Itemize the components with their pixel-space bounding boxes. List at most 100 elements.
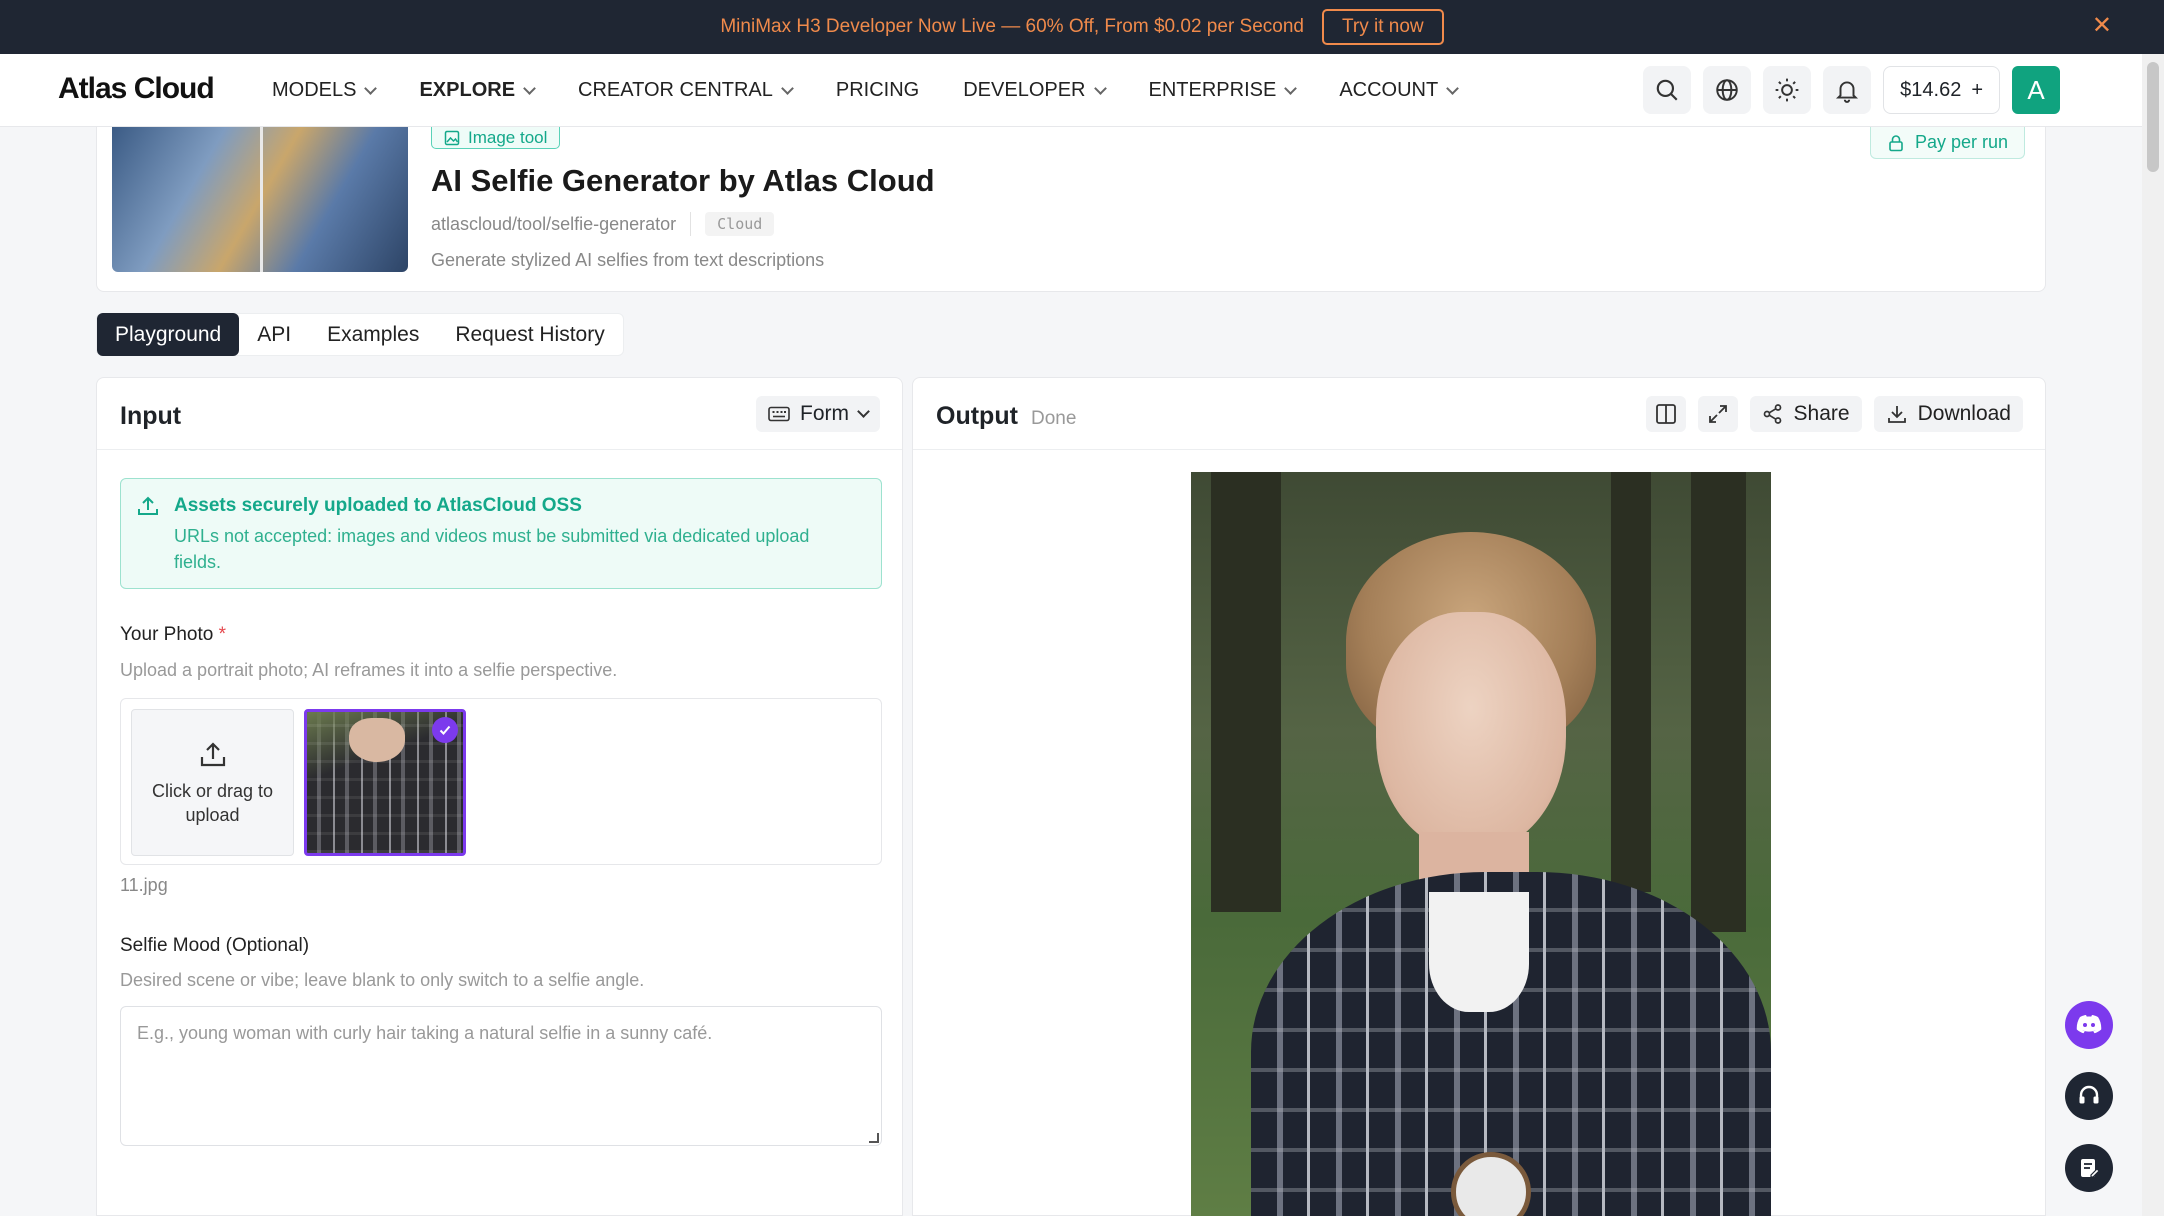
photo-upload-area: Click or drag to upload — [120, 698, 882, 865]
tool-thumbnail — [112, 127, 408, 272]
selfie-mood-label: Selfie Mood (Optional) — [120, 935, 310, 956]
cloud-tag: Cloud — [705, 212, 775, 236]
form-mode-dropdown[interactable]: Form — [756, 396, 880, 432]
download-label: Download — [1917, 402, 2011, 425]
output-toolbar: Share Download — [1645, 396, 2023, 432]
expand-icon — [1708, 405, 1727, 423]
input-panel-header: Input Form — [97, 378, 902, 450]
download-button[interactable]: Download — [1873, 396, 2023, 432]
plus-icon: + — [1971, 78, 1983, 101]
menu-enterprise[interactable]: ENTERPRISE — [1148, 79, 1298, 102]
feedback-button[interactable] — [2065, 1144, 2113, 1192]
language-button[interactable] — [1703, 66, 1752, 114]
selfie-mood-textarea[interactable] — [120, 1006, 882, 1146]
promo-text: MiniMax H3 Developer Now Live — 60% Off,… — [720, 16, 1304, 37]
top-nav: Atlas Cloud MODELS EXPLORE CREATOR CENTR… — [0, 54, 2142, 127]
tab-playground[interactable]: Playground — [97, 313, 240, 356]
thumbnail-divider — [260, 127, 263, 272]
notifications-button[interactable] — [1823, 66, 1872, 114]
notice-body: URLs not accepted: images and videos mus… — [174, 526, 810, 572]
chevron-down-icon — [1446, 81, 1460, 95]
headset-icon — [2079, 1085, 2099, 1104]
required-marker: * — [218, 624, 227, 645]
share-button[interactable]: Share — [1749, 396, 1862, 432]
chevron-down-icon — [523, 81, 536, 95]
tab-api[interactable]: API — [239, 313, 309, 356]
upload-text: Click or drag to upload — [151, 780, 274, 825]
share-label: Share — [1793, 402, 1850, 425]
form-mode-label: Form — [800, 402, 849, 425]
chevron-down-icon — [364, 81, 378, 95]
your-photo-label-text: Your Photo — [120, 624, 214, 645]
menu-label: ENTERPRISE — [1148, 79, 1277, 101]
menu-label: EXPLORE — [419, 79, 516, 101]
uploaded-photo-thumbnail[interactable] — [304, 709, 466, 856]
note-edit-icon — [2081, 1159, 2100, 1178]
fullscreen-button[interactable] — [1697, 396, 1738, 432]
try-it-now-button[interactable]: Try it now — [1322, 9, 1444, 45]
background-tree — [1611, 472, 1651, 892]
scroll-thumb[interactable] — [2147, 62, 2159, 172]
menu-label: PRICING — [835, 79, 920, 101]
upload-icon — [138, 496, 158, 515]
badge-label: Image tool — [468, 127, 548, 147]
tool-slug[interactable]: atlascloud/tool/selfie-generator — [431, 214, 676, 235]
output-panel: Output Done Share Download — [912, 377, 2046, 1216]
balance-amount: $14.62 — [1900, 78, 1962, 101]
your-photo-label: Your Photo * — [120, 624, 226, 646]
background-tree — [1691, 472, 1746, 932]
upload-dropzone[interactable]: Click or drag to upload — [131, 709, 294, 856]
uploaded-filename: 11.jpg — [120, 875, 168, 895]
menu-account[interactable]: ACCOUNT — [1339, 79, 1460, 102]
chevron-down-icon — [857, 405, 870, 418]
page-title: AI Selfie Generator by Atlas Cloud — [431, 163, 935, 198]
promo-banner: MiniMax H3 Developer Now Live — 60% Off,… — [0, 0, 2164, 54]
menu-developer[interactable]: DEVELOPER — [963, 79, 1107, 102]
search-icon — [1656, 79, 1678, 101]
notice-title: Assets securely uploaded to AtlasCloud O… — [174, 495, 582, 516]
menu-label: DEVELOPER — [963, 79, 1086, 101]
tool-tabs: Playground API Examples Request History — [96, 313, 624, 356]
close-icon[interactable]: ✕ — [2092, 14, 2112, 38]
tab-request-history[interactable]: Request History — [437, 313, 622, 356]
menu-explore[interactable]: EXPLORE — [419, 79, 536, 102]
subject-tee — [1429, 892, 1529, 1012]
theme-toggle-button[interactable] — [1763, 66, 1812, 114]
menu-creator-central[interactable]: CREATOR CENTRAL — [578, 79, 794, 102]
chevron-down-icon — [1284, 81, 1298, 95]
menu-label: CREATOR CENTRAL — [578, 79, 773, 101]
tool-header-card: Image tool AI Selfie Generator by Atlas … — [96, 127, 2046, 292]
compare-view-button[interactable] — [1645, 396, 1686, 432]
input-title: Input — [120, 402, 182, 430]
subject-face — [1376, 612, 1566, 852]
search-button[interactable] — [1643, 66, 1692, 114]
discord-button[interactable] — [2065, 1001, 2113, 1049]
lock-icon — [1889, 134, 1903, 151]
support-button[interactable] — [2065, 1072, 2113, 1120]
tool-type-badge: Image tool — [431, 127, 561, 149]
background-tree — [1211, 472, 1281, 912]
globe-icon — [1716, 79, 1738, 101]
columns-icon — [1655, 404, 1676, 424]
menu-pricing[interactable]: PRICING — [836, 79, 919, 102]
avatar[interactable]: A — [2012, 66, 2060, 114]
nav-actions: $14.62 + A — [1643, 66, 2060, 114]
menu-models[interactable]: MODELS — [272, 79, 378, 102]
tab-examples[interactable]: Examples — [309, 313, 437, 356]
check-icon — [432, 717, 458, 743]
sun-icon — [1775, 78, 1799, 102]
keyboard-icon — [768, 406, 790, 422]
balance-button[interactable]: $14.62 + — [1883, 66, 2000, 114]
pay-per-run-badge: Pay per run — [1869, 127, 2025, 159]
main-menu: MODELS EXPLORE CREATOR CENTRAL PRICING D… — [272, 54, 1460, 127]
page-scrollbar[interactable] — [2142, 54, 2164, 1216]
upload-icon — [200, 741, 225, 766]
logo[interactable]: Atlas Cloud — [58, 72, 215, 106]
photo-subject — [349, 718, 405, 762]
output-image[interactable] — [1191, 472, 1771, 1216]
pay-per-run-label: Pay per run — [1914, 132, 2008, 152]
bell-icon — [1836, 81, 1859, 103]
output-title: Output — [936, 402, 1018, 430]
output-panel-header: Output Done Share Download — [913, 378, 2045, 450]
resize-handle-icon[interactable] — [869, 1133, 879, 1143]
